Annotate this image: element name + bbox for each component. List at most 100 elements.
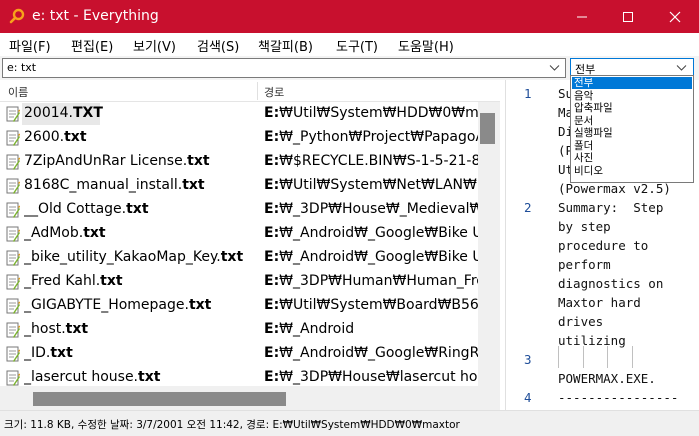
vertical-scrollbar-thumb[interactable] (480, 113, 495, 144)
table-row[interactable]: 2600.txt E:₩_Python₩Project₩PapagoAPI (0, 126, 478, 150)
file-name-ext: txt (182, 177, 205, 193)
search-input[interactable]: e: txt (2, 58, 566, 78)
filter-option[interactable]: 문서 (572, 115, 692, 127)
maximize-button[interactable] (605, 0, 651, 33)
file-path-rest: ₩_Android₩_Google₩RingRing (279, 345, 478, 361)
file-path-drive: E: (264, 129, 280, 145)
file-path: E:₩_Android₩_Google₩RingRing (264, 345, 478, 361)
file-path: E:₩_3DP₩Human₩Human_Fred (264, 273, 478, 289)
text-file-icon (6, 322, 21, 338)
menu-bar: 파일(F) 편집(E) 보기(V) 검색(S) 책갈피(B) 도구(T) 도움말… (0, 33, 699, 56)
preview-line-text: ---------------- (558, 390, 679, 405)
file-path: E:₩_Android (264, 321, 478, 337)
file-name-base: _AdMob. (24, 225, 84, 241)
menu-file[interactable]: 파일(F) (9, 36, 51, 55)
file-path: E:₩_Android₩_Google₩Bike Util (264, 225, 478, 241)
menu-tools[interactable]: 도구(T) (336, 36, 378, 55)
file-path-rest: ₩_Python₩Project₩PapagoAPI (279, 129, 478, 145)
minimize-button[interactable] (559, 0, 605, 33)
file-name: 20014.TXT (24, 105, 256, 121)
table-row[interactable]: _bike_utility_KakaoMap_Key.txt E:₩_Androi… (0, 246, 478, 270)
file-path-drive: E: (264, 153, 280, 169)
close-button[interactable] (652, 0, 698, 33)
file-path-rest: ₩$RECYCLE.BIN₩S-1-5-21-815 (279, 153, 478, 169)
file-name-base: __Old Cottage. (24, 201, 127, 217)
file-path: E:₩_Android₩_Google₩Bike Util (264, 249, 478, 265)
preview-line-number: 2 (524, 200, 532, 215)
file-path-rest: ₩Util₩System₩HDD₩0₩maxtor (279, 105, 478, 121)
file-name: _lasercut house.txt (24, 369, 256, 385)
file-name-ext: txt (220, 249, 244, 265)
preview-line-text: drives (558, 314, 604, 329)
table-row[interactable]: __Old Cottage.txt E:₩_3DP₩House₩_Medieval… (0, 198, 478, 222)
column-path[interactable]: 경로 (264, 84, 284, 100)
search-input-value: e: txt (7, 61, 37, 74)
filter-option[interactable]: 압축파일 (572, 102, 692, 114)
file-path-rest: ₩_Android₩_Google₩Bike Util (279, 225, 478, 241)
text-file-icon (6, 154, 21, 170)
file-name: 8168C_manual_install.txt (24, 177, 256, 193)
file-path-drive: E: (264, 345, 280, 361)
table-row[interactable]: _ID.txt E:₩_Android₩_Google₩RingRing (0, 342, 478, 366)
file-path-drive: E: (264, 105, 280, 121)
filter-option[interactable]: 비디오 (572, 165, 692, 177)
file-name-base: _ID. (24, 345, 51, 361)
title-bar: e: txt - Everything (0, 0, 699, 33)
table-row[interactable]: _AdMob.txt E:₩_Android₩_Google₩Bike Util (0, 222, 478, 246)
file-path-drive: E: (264, 177, 280, 193)
filter-option[interactable]: 사진 (572, 152, 692, 164)
vertical-scrollbar[interactable] (478, 102, 500, 410)
column-divider[interactable] (257, 82, 258, 100)
file-name-ext: txt (188, 297, 212, 313)
horizontal-scrollbar-thumb[interactable] (33, 392, 286, 406)
chevron-down-icon[interactable] (549, 62, 560, 77)
table-row[interactable]: 8168C_manual_install.txt E:₩Util₩System₩N… (0, 174, 478, 198)
filter-option[interactable]: 전부 (572, 77, 692, 89)
file-name-base: 7ZipAndUnRar License. (24, 153, 188, 169)
filter-option[interactable]: 실행파일 (572, 127, 692, 139)
column-header: 이름 경로 (0, 80, 500, 102)
file-path-drive: E: (264, 249, 280, 265)
menu-search[interactable]: 검색(S) (197, 36, 239, 55)
text-file-icon (6, 130, 21, 146)
filter-dropdown-list: 전부 음악 압축파일 문서 실행파일 폴더 사진 비디오 (570, 75, 694, 183)
preview-line-text: (Powermax v2.5) (558, 181, 671, 196)
text-file-icon (6, 298, 21, 314)
preview-tab-marker (583, 346, 584, 368)
text-file-icon (6, 274, 21, 290)
column-name[interactable]: 이름 (8, 84, 28, 100)
table-row[interactable]: _host.txt E:₩_Android (0, 318, 478, 342)
file-name-base: _GIGABYTE_Homepage. (24, 297, 189, 313)
text-file-icon (6, 226, 21, 242)
filter-option[interactable]: 폴더 (572, 140, 692, 152)
file-path: E:₩_3DP₩House₩lasercut house (264, 369, 478, 385)
menu-view[interactable]: 보기(V) (133, 36, 176, 55)
menu-edit[interactable]: 편집(E) (71, 36, 113, 55)
file-name-base: _host. (24, 321, 66, 337)
file-name-ext: txt (100, 273, 123, 289)
file-path-drive: E: (264, 225, 280, 241)
status-text: 크기: 11.8 KB, 수정한 날짜: 3/7/2001 오전 11:42, … (4, 419, 460, 431)
table-row[interactable]: 20014.TXT E:₩Util₩System₩HDD₩0₩maxtor (0, 102, 478, 126)
table-row[interactable]: 7ZipAndUnRar License.txt E:₩$RECYCLE.BIN₩… (0, 150, 478, 174)
file-path: E:₩_3DP₩House₩_Medieval₩Me (264, 201, 478, 217)
file-name-base: _Fred Kahl. (24, 273, 101, 289)
file-path-rest: ₩Util₩System₩Net₩LAN₩RTL (279, 177, 478, 193)
preview-line-text: perform (558, 257, 611, 272)
text-file-icon (6, 106, 21, 122)
file-path-drive: E: (264, 201, 280, 217)
text-file-icon (6, 250, 21, 266)
file-name: __Old Cottage.txt (24, 201, 256, 217)
preview-line-text: POWERMAX.EXE. (558, 371, 656, 386)
table-row[interactable]: _GIGABYTE_Homepage.txt E:₩Util₩System₩Boa… (0, 294, 478, 318)
filter-option[interactable]: 음악 (572, 90, 692, 102)
file-name-ext: txt (138, 369, 161, 385)
file-path-rest: ₩_3DP₩House₩_Medieval₩Me (279, 201, 478, 217)
menu-help[interactable]: 도움말(H) (398, 36, 454, 55)
file-name-ext: txt (65, 321, 89, 337)
file-path-drive: E: (264, 297, 280, 313)
file-name: _AdMob.txt (24, 225, 256, 241)
menu-bookmarks[interactable]: 책갈피(B) (258, 36, 313, 55)
file-name-base: 8168C_manual_install. (24, 177, 183, 193)
table-row[interactable]: _Fred Kahl.txt E:₩_3DP₩Human₩Human_Fred (0, 270, 478, 294)
